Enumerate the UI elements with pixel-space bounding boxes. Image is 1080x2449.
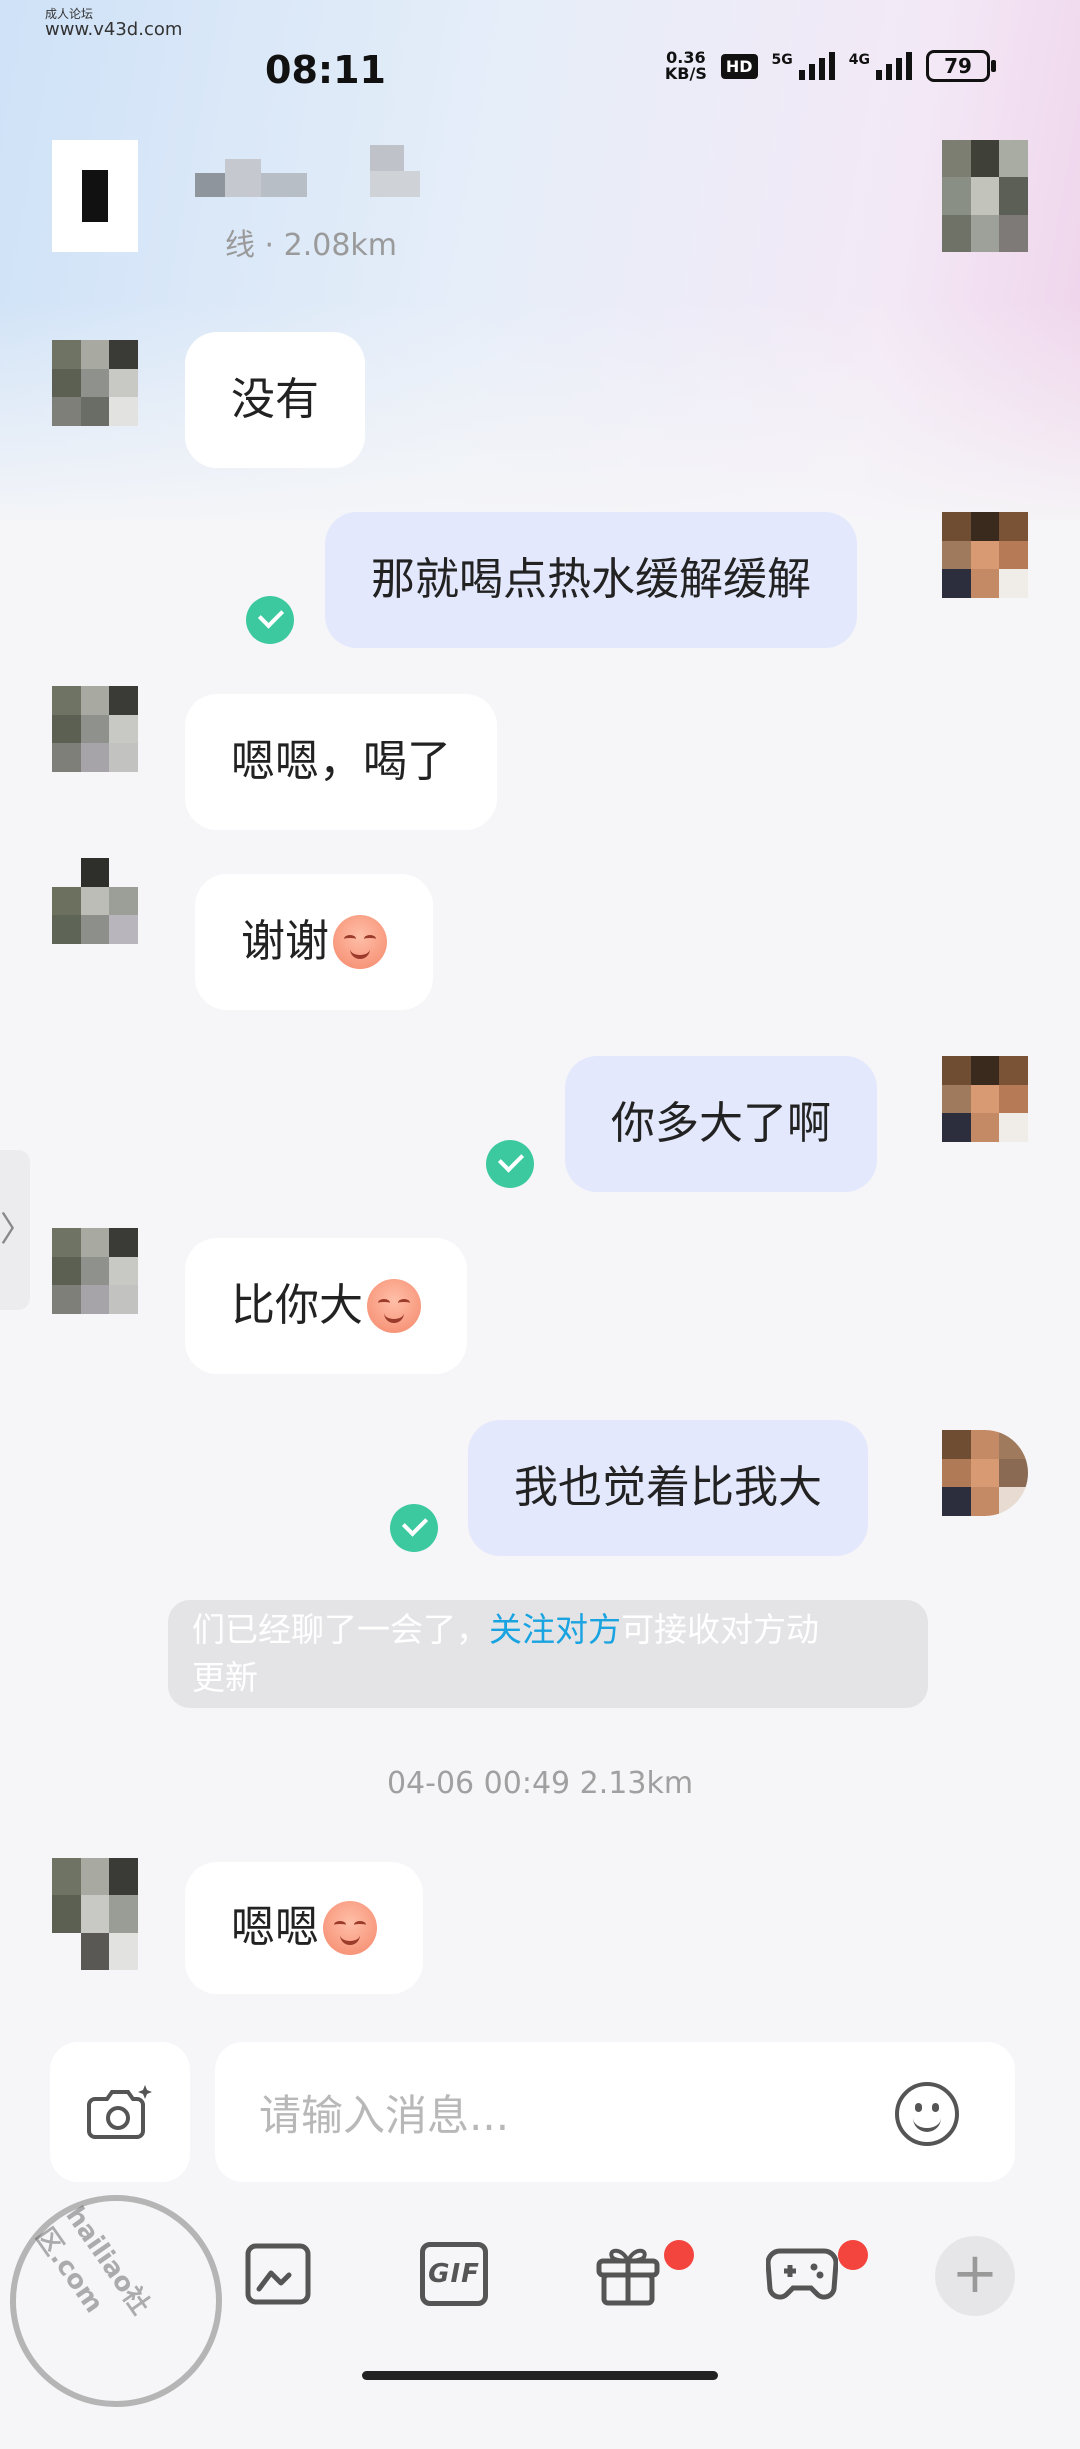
photo-album-button[interactable] bbox=[242, 2238, 314, 2310]
message-bubble-outgoing[interactable]: 我也觉着比我大 bbox=[468, 1420, 868, 1556]
battery-icon: 79 bbox=[926, 50, 996, 82]
more-options-button[interactable]: + bbox=[935, 2236, 1015, 2316]
message-text: 那就喝点热水缓解缓解 bbox=[371, 554, 811, 605]
notice-text-line2: 更新 bbox=[192, 1658, 258, 1697]
message-text: 我也觉着比我大 bbox=[514, 1462, 822, 1513]
message-input-placeholder: 请输入消息... bbox=[259, 2090, 510, 2140]
emoji-picker-icon[interactable] bbox=[895, 2082, 959, 2146]
back-button[interactable] bbox=[52, 140, 138, 252]
image-icon bbox=[245, 2243, 311, 2305]
contact-avatar[interactable] bbox=[52, 858, 138, 944]
message-bubble-incoming[interactable]: 嗯嗯，喝了 bbox=[185, 694, 497, 830]
message-bubble-incoming[interactable]: 没有 bbox=[185, 332, 365, 468]
message-bubble-incoming[interactable]: 谢谢 bbox=[195, 874, 433, 1010]
signal-5g-label: 5G bbox=[771, 52, 793, 68]
read-check-icon bbox=[486, 1140, 534, 1188]
contact-avatar[interactable] bbox=[52, 686, 138, 772]
signal-4g-label: 4G bbox=[848, 52, 870, 68]
my-avatar[interactable] bbox=[942, 1430, 1028, 1516]
message-timestamp: 04-06 00:49 2.13km bbox=[386, 1766, 694, 1801]
status-time: 08:11 bbox=[265, 48, 386, 92]
online-distance: 线 · 2.08km bbox=[225, 228, 398, 263]
read-check-icon bbox=[246, 596, 294, 644]
background-fade bbox=[0, 300, 1080, 540]
smiling-face-icon bbox=[367, 1279, 421, 1333]
notice-text: 们已经聊了一会了， bbox=[192, 1610, 489, 1649]
contact-avatar[interactable] bbox=[52, 1228, 138, 1314]
smiling-face-icon bbox=[333, 915, 387, 969]
my-avatar[interactable] bbox=[942, 1056, 1028, 1142]
gamepad-icon bbox=[766, 2248, 838, 2300]
gift-button[interactable] bbox=[592, 2238, 664, 2310]
camera-icon bbox=[87, 2085, 152, 2139]
contact-avatar-header[interactable] bbox=[942, 140, 1028, 252]
status-icons: 0.36 KB/S HD 5G 4G 79 bbox=[665, 50, 996, 82]
contact-avatar[interactable] bbox=[52, 340, 138, 426]
contact-avatar[interactable] bbox=[52, 1858, 138, 1970]
gift-icon bbox=[596, 2248, 660, 2306]
gif-label: GIF bbox=[428, 2259, 480, 2289]
gift-notification-badge bbox=[664, 2240, 694, 2270]
signal-4g-icon: 4G bbox=[849, 52, 912, 80]
message-bubble-outgoing[interactable]: 那就喝点热水缓解缓解 bbox=[325, 512, 857, 648]
home-indicator[interactable] bbox=[362, 2371, 718, 2380]
network-speed-unit: KB/S bbox=[664, 64, 707, 83]
message-bubble-incoming[interactable]: 嗯嗯 bbox=[185, 1862, 423, 1994]
game-button[interactable] bbox=[766, 2238, 838, 2310]
signal-5g-icon: 5G bbox=[772, 52, 835, 80]
notice-text-tail: 可接收对方动 bbox=[621, 1610, 819, 1649]
message-text: 你多大了啊 bbox=[611, 1098, 831, 1149]
camera-button[interactable] bbox=[50, 2042, 190, 2182]
follow-suggestion-notice: 们已经聊了一会了，关注对方可接收对方动 更新 bbox=[168, 1600, 928, 1708]
message-text: 嗯嗯 bbox=[231, 1902, 319, 1953]
network-speed: 0.36 KB/S bbox=[665, 50, 707, 82]
contact-name-pixelated[interactable] bbox=[195, 145, 425, 197]
message-text: 没有 bbox=[231, 374, 319, 425]
watermark-line2: www.v43d.com bbox=[45, 19, 183, 40]
watermark-stamp: hailiao社区.com bbox=[0, 2153, 264, 2449]
message-bubble-outgoing[interactable]: 你多大了啊 bbox=[565, 1056, 877, 1192]
hd-voice-icon: HD bbox=[720, 53, 758, 79]
smiling-face-icon bbox=[323, 1901, 377, 1955]
message-text: 谢谢 bbox=[241, 916, 329, 967]
my-avatar[interactable] bbox=[942, 512, 1028, 598]
site-watermark: 成人论坛 www.v43d.com bbox=[45, 6, 183, 40]
gif-icon: GIF bbox=[420, 2242, 488, 2306]
gif-button[interactable]: GIF bbox=[418, 2238, 490, 2310]
message-bubble-incoming[interactable]: 比你大 bbox=[185, 1238, 467, 1374]
read-check-icon bbox=[390, 1504, 438, 1552]
message-text: 嗯嗯，喝了 bbox=[231, 736, 451, 787]
message-text: 比你大 bbox=[231, 1280, 363, 1331]
follow-contact-link[interactable]: 关注对方 bbox=[489, 1610, 621, 1649]
side-drawer-handle[interactable]: 〉 bbox=[0, 1150, 34, 1310]
game-notification-badge bbox=[838, 2240, 868, 2270]
